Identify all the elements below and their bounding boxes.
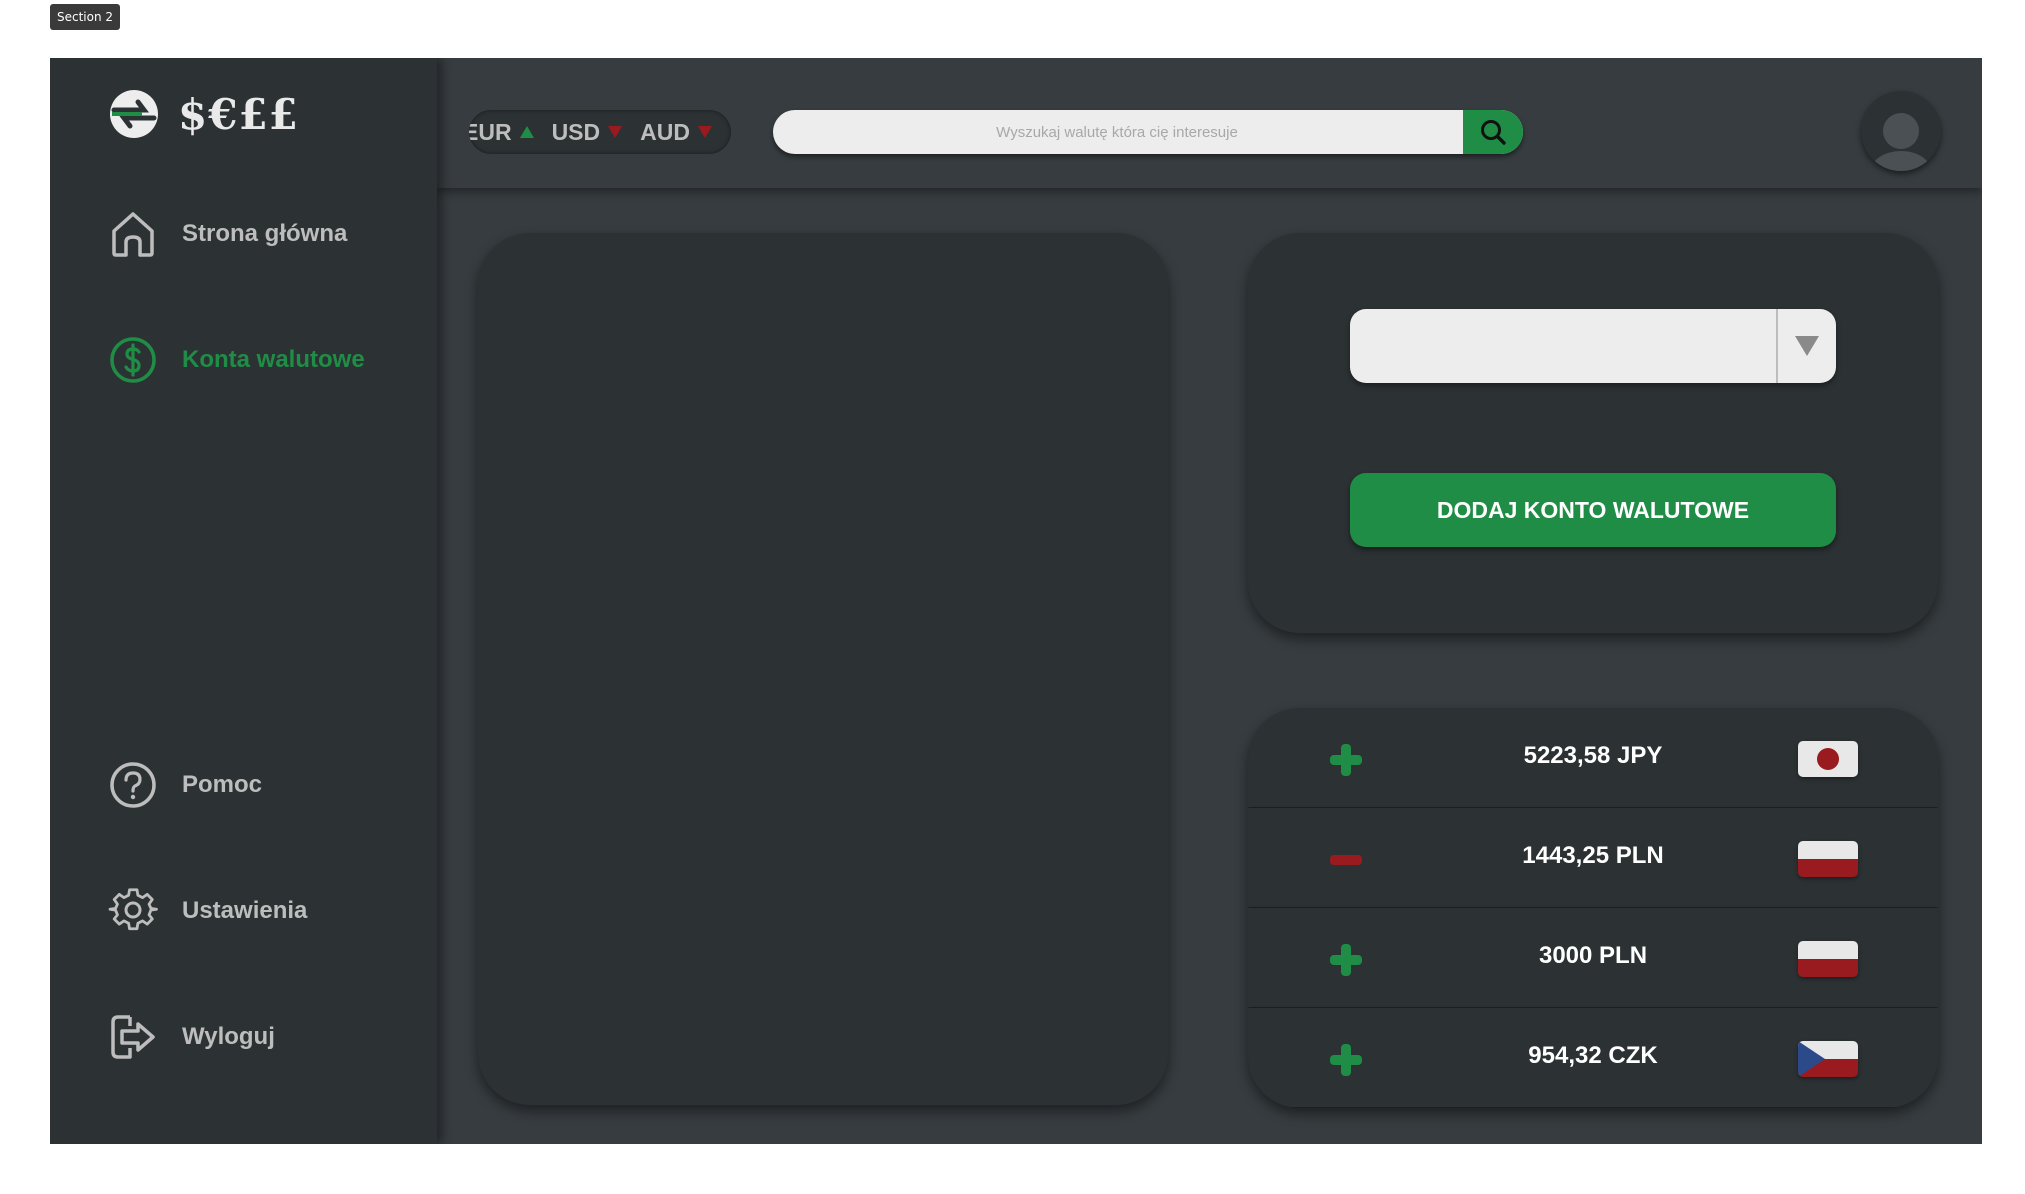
account-balance: 3000 PLN <box>1538 942 1648 969</box>
czechia-flag-icon <box>1798 1041 1858 1077</box>
ticker-code: EUR <box>469 118 512 145</box>
sidebar-item-label: Ustawienia <box>182 897 308 924</box>
user-icon <box>1871 113 1931 171</box>
plus-icon[interactable] <box>1328 742 1364 778</box>
sidebar-item-label: Pomoc <box>182 771 263 798</box>
avatar[interactable] <box>1861 91 1941 171</box>
sidebar-item-logout[interactable]: Wyloguj <box>108 1012 275 1062</box>
ticker-code: AUD <box>640 118 690 145</box>
section-tag: Section 2 <box>50 4 121 30</box>
trend-down-icon <box>697 126 712 138</box>
help-icon <box>110 762 156 808</box>
list-item[interactable]: 3000 PLN <box>1248 908 1938 1007</box>
search-bar <box>773 110 1523 154</box>
sidebar-item-label: Konta walutowe <box>182 346 365 373</box>
trend-up-icon <box>519 126 534 138</box>
sidebar-item-home[interactable]: Strona główna <box>108 209 347 259</box>
logo-icon <box>110 90 158 138</box>
list-item[interactable]: 5223,58 JPY <box>1248 708 1938 807</box>
sidebar-item-help[interactable]: Pomoc <box>108 760 262 810</box>
add-account-panel: DODAJ KONTO WALUTOWE <box>1248 233 1938 633</box>
logo-text: $€££ <box>178 89 299 139</box>
poland-flag-icon <box>1798 841 1858 877</box>
sidebar-item-label: Strona główna <box>182 220 348 247</box>
list-item[interactable]: 954,32 CZK <box>1248 1008 1938 1107</box>
app-window: $€££ Strona główna Konta walutowe Pomoc <box>50 58 1982 1144</box>
chevron-down-icon <box>1795 336 1819 356</box>
japan-flag-icon <box>1798 741 1858 777</box>
accounts-list: 5223,58 JPY 1443,25 PLN 3000 PLN 954,32 … <box>1248 708 1938 1108</box>
sidebar-item-currency-accounts[interactable]: Konta walutowe <box>108 335 365 385</box>
currency-select[interactable] <box>1350 309 1836 383</box>
select-toggle[interactable] <box>1776 309 1836 383</box>
trend-down-icon <box>608 126 623 138</box>
chart-panel <box>478 233 1168 1105</box>
search-button[interactable] <box>1463 110 1523 154</box>
currency-ticker[interactable]: EUR USD AUD <box>469 110 731 154</box>
sidebar: $€££ Strona główna Konta walutowe Pomoc <box>50 58 437 1144</box>
ticker-item-aud: AUD <box>640 119 712 146</box>
logo[interactable]: $€££ <box>108 88 299 140</box>
plus-icon[interactable] <box>1328 1042 1364 1078</box>
minus-icon[interactable] <box>1328 842 1364 878</box>
home-icon <box>112 212 154 257</box>
sidebar-item-label: Wyloguj <box>182 1023 275 1050</box>
sidebar-item-settings[interactable]: Ustawienia <box>108 886 307 936</box>
list-item[interactable]: 1443,25 PLN <box>1248 808 1938 907</box>
top-bar: EUR USD AUD <box>437 58 1982 188</box>
ticker-item-eur: EUR <box>469 119 534 146</box>
ticker-item-usd: USD <box>552 119 623 146</box>
account-balance: 954,32 CZK <box>1528 1042 1658 1069</box>
account-balance: 5223,58 JPY <box>1523 742 1663 769</box>
gear-icon <box>108 888 158 931</box>
ticker-code: USD <box>551 118 601 145</box>
add-account-button[interactable]: DODAJ KONTO WALUTOWE <box>1350 473 1836 547</box>
dollar-circle-icon <box>110 337 156 383</box>
plus-icon[interactable] <box>1328 942 1364 978</box>
account-balance: 1443,25 PLN <box>1522 842 1664 869</box>
search-icon <box>1481 120 1506 145</box>
logout-icon <box>111 1015 155 1059</box>
poland-flag-icon <box>1798 941 1858 977</box>
search-input[interactable] <box>773 110 1461 154</box>
